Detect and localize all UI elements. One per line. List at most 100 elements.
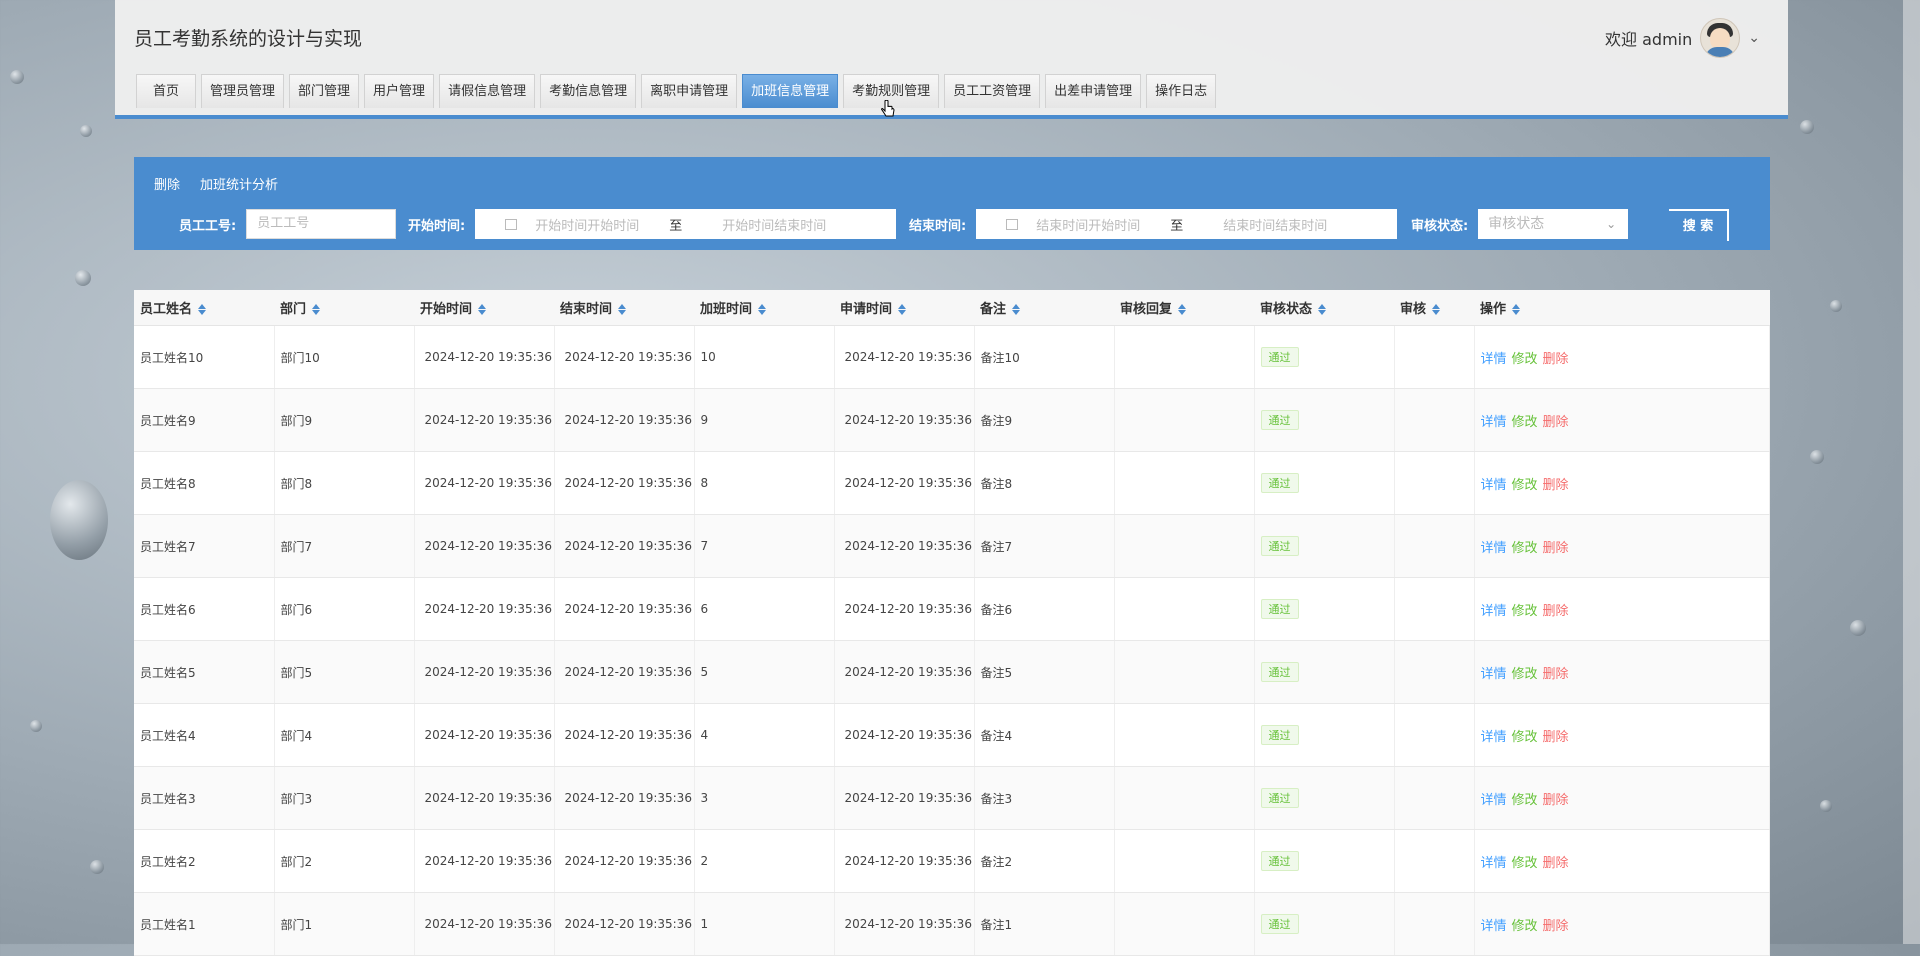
delete-button[interactable]: 删除 — [154, 174, 180, 193]
sort-icon[interactable] — [758, 304, 767, 315]
delete-link[interactable]: 删除 — [1543, 541, 1569, 556]
user-menu[interactable]: 欢迎 admin ⌄ — [1605, 18, 1760, 58]
end-to-input[interactable]: 结束时间结束时间 — [1223, 215, 1327, 234]
column-header[interactable]: 结束时间 — [554, 290, 694, 326]
end-time-cell: 2024-12-20 19:35:36 — [554, 451, 695, 515]
edit-link[interactable]: 修改 — [1512, 541, 1538, 556]
column-header[interactable]: 操作 — [1474, 290, 1770, 326]
department-cell: 部门6 — [274, 577, 415, 641]
remark-cell: 备注9 — [974, 388, 1115, 452]
delete-link[interactable]: 删除 — [1543, 415, 1569, 430]
end-time-range[interactable]: 结束时间开始时间 至 结束时间结束时间 — [976, 209, 1398, 239]
end-time-cell: 2024-12-20 19:35:36 — [554, 892, 695, 956]
overtime-hours-cell: 9 — [694, 388, 835, 452]
actions-cell: 详情 修改 删除 — [1474, 388, 1770, 452]
column-header[interactable]: 部门 — [274, 290, 414, 326]
sort-icon[interactable] — [312, 304, 321, 315]
sort-icon[interactable] — [198, 304, 207, 315]
welcome-text: 欢迎 admin — [1605, 30, 1693, 49]
status-cell: 通过 — [1254, 766, 1395, 830]
edit-link[interactable]: 修改 — [1512, 604, 1538, 619]
status-select[interactable]: 审核状态 ⌄ — [1478, 209, 1629, 239]
overtime-stats-button[interactable]: 加班统计分析 — [200, 174, 278, 193]
detail-link[interactable]: 详情 — [1481, 541, 1507, 556]
end-time-cell: 2024-12-20 19:35:36 — [554, 325, 695, 389]
table-row: 员工姓名4 部门4 2024-12-20 19:35:36 2024-12-20 19… — [134, 703, 1770, 767]
detail-link[interactable]: 详情 — [1481, 730, 1507, 745]
nav-tab[interactable]: 出差申请管理 — [1045, 74, 1142, 108]
remark-cell: 备注1 — [974, 892, 1115, 956]
end-from-input[interactable]: 结束时间开始时间 — [1036, 215, 1140, 234]
apply-time-cell: 2024-12-20 19:35:36 — [834, 577, 975, 641]
delete-link[interactable]: 删除 — [1543, 793, 1569, 808]
nav-tab[interactable]: 员工工资管理 — [944, 74, 1041, 108]
detail-link[interactable]: 详情 — [1481, 415, 1507, 430]
column-header[interactable]: 员工姓名 — [134, 290, 274, 326]
sort-icon[interactable] — [1178, 304, 1187, 315]
status-select-value: 审核状态 — [1488, 216, 1545, 232]
edit-link[interactable]: 修改 — [1512, 793, 1538, 808]
detail-link[interactable]: 详情 — [1481, 352, 1507, 367]
nav-tab[interactable]: 考勤信息管理 — [540, 74, 637, 108]
detail-link[interactable]: 详情 — [1481, 667, 1507, 682]
nav-tab[interactable]: 加班信息管理 — [742, 74, 839, 108]
detail-link[interactable]: 详情 — [1481, 604, 1507, 619]
delete-link[interactable]: 删除 — [1543, 919, 1569, 934]
sort-icon[interactable] — [1318, 304, 1327, 315]
sort-icon[interactable] — [898, 304, 907, 315]
column-header[interactable]: 审核 — [1394, 290, 1474, 326]
avatar[interactable] — [1700, 18, 1741, 58]
delete-link[interactable]: 删除 — [1543, 667, 1569, 682]
detail-link[interactable]: 详情 — [1481, 478, 1507, 493]
status-badge: 通过 — [1260, 536, 1299, 556]
nav-tab[interactable]: 首页 — [136, 74, 197, 108]
delete-link[interactable]: 删除 — [1543, 478, 1569, 493]
edit-link[interactable]: 修改 — [1512, 730, 1538, 745]
edit-link[interactable]: 修改 — [1512, 919, 1538, 934]
chevron-down-icon[interactable]: ⌄ — [1748, 30, 1760, 46]
sort-icon[interactable] — [618, 304, 627, 315]
start-from-input[interactable]: 开始时间开始时间 — [535, 215, 639, 234]
nav-tab[interactable]: 用户管理 — [364, 74, 435, 108]
delete-link[interactable]: 删除 — [1543, 730, 1569, 745]
remark-cell: 备注5 — [974, 640, 1115, 704]
delete-link[interactable]: 删除 — [1543, 856, 1569, 871]
edit-link[interactable]: 修改 — [1512, 667, 1538, 682]
sort-icon[interactable] — [1432, 304, 1441, 315]
sort-icon[interactable] — [1512, 304, 1521, 315]
nav-tab[interactable]: 操作日志 — [1146, 74, 1217, 108]
edit-link[interactable]: 修改 — [1512, 352, 1538, 367]
delete-link[interactable]: 删除 — [1543, 352, 1569, 367]
actions-cell: 详情 修改 删除 — [1474, 766, 1770, 830]
detail-link[interactable]: 详情 — [1481, 793, 1507, 808]
sort-icon[interactable] — [1012, 304, 1021, 315]
status-badge: 通过 — [1260, 473, 1299, 493]
search-button[interactable]: 搜 索 — [1669, 209, 1729, 241]
edit-link[interactable]: 修改 — [1512, 856, 1538, 871]
nav-tab[interactable]: 部门管理 — [289, 74, 360, 108]
reply-cell — [1114, 325, 1255, 389]
column-header[interactable]: 审核回复 — [1114, 290, 1254, 326]
employee-no-input[interactable]: 员工工号 — [246, 209, 397, 239]
edit-link[interactable]: 修改 — [1512, 415, 1538, 430]
detail-link[interactable]: 详情 — [1481, 919, 1507, 934]
scrollbar[interactable] — [1903, 0, 1920, 944]
table-row: 员工姓名6 部门6 2024-12-20 19:35:36 2024-12-20 19… — [134, 577, 1770, 641]
delete-link[interactable]: 删除 — [1543, 604, 1569, 619]
start-time-range[interactable]: 开始时间开始时间 至 开始时间结束时间 — [475, 209, 897, 239]
nav-tab[interactable]: 离职申请管理 — [641, 74, 738, 108]
nav-tab[interactable]: 管理员管理 — [201, 74, 285, 108]
overtime-table: 员工姓名 部门 开始时间 结束时间 加班时间 申请时间 备注 审核回复 审核状态 审核 操作 员工姓… — [134, 290, 1770, 956]
column-header[interactable]: 审核状态 — [1254, 290, 1394, 326]
edit-link[interactable]: 修改 — [1512, 478, 1538, 493]
column-header[interactable]: 加班时间 — [694, 290, 834, 326]
column-header[interactable]: 开始时间 — [414, 290, 554, 326]
detail-link[interactable]: 详情 — [1481, 856, 1507, 871]
apply-time-cell: 2024-12-20 19:35:36 — [834, 451, 975, 515]
column-header[interactable]: 申请时间 — [834, 290, 974, 326]
start-to-input[interactable]: 开始时间结束时间 — [722, 215, 826, 234]
sort-icon[interactable] — [478, 304, 487, 315]
department-cell: 部门8 — [274, 451, 415, 515]
column-header[interactable]: 备注 — [974, 290, 1114, 326]
nav-tab[interactable]: 请假信息管理 — [439, 74, 536, 108]
